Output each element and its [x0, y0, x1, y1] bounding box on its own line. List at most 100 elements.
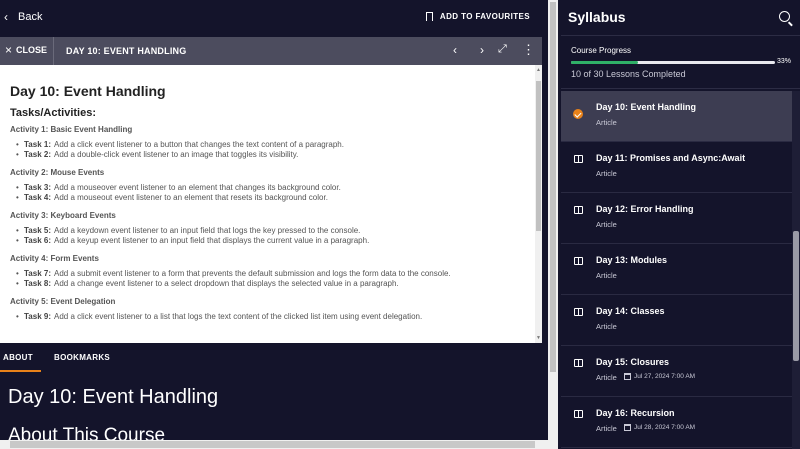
bottom-tabs: ABOUT BOOKMARKS	[0, 343, 542, 373]
progress-bar-fill	[571, 61, 639, 64]
task-label: Task 5:	[24, 226, 51, 235]
task-text: Add a mouseout event listener to an elem…	[53, 193, 328, 202]
lesson-type: Article	[596, 373, 617, 382]
activity-title: Activity 4: Form Events	[10, 254, 99, 263]
previous-lesson-icon[interactable]: ‹	[453, 43, 457, 57]
list-item: • Task 9: Add a click event listener to a …	[10, 312, 532, 322]
horizontal-scrollbar[interactable]	[0, 440, 548, 449]
task-label: Task 8:	[24, 279, 51, 288]
close-button[interactable]: × CLOSE	[5, 42, 48, 57]
calendar-icon	[624, 424, 631, 431]
tab-bookmarks[interactable]: BOOKMARKS	[54, 353, 110, 362]
task-list: • Task 7: Add a submit event listener to a…	[10, 269, 532, 289]
list-item: • Task 5: Add a keydown event listener to …	[10, 226, 532, 236]
bullet: •	[16, 183, 19, 192]
more-options-icon[interactable]: ⋮	[522, 42, 535, 58]
back-label: Back	[18, 11, 43, 23]
lesson-list: Day 10: Event Handling Article Day 11: Pro…	[561, 91, 800, 448]
sidebar-scrollbar-thumb[interactable]	[793, 231, 799, 361]
content-subheading: Tasks/Activities:	[10, 107, 97, 119]
lesson-type: Article	[596, 220, 617, 229]
task-label: Task 2:	[24, 150, 51, 159]
lesson-type: Article	[596, 424, 617, 433]
activity-title: Activity 3: Keyboard Events	[10, 211, 116, 220]
lesson-content: Day 10: Event Handling Tasks/Activities:…	[0, 65, 542, 343]
list-item: • Task 2: Add a double-click event listene…	[10, 150, 532, 160]
close-icon: ×	[5, 42, 13, 57]
book-icon	[574, 359, 583, 367]
task-label: Task 6:	[24, 236, 51, 245]
lesson-type: Article	[596, 118, 617, 127]
bullet: •	[16, 312, 19, 321]
favourites-label: ADD TO FAVOURITES	[439, 12, 530, 21]
list-item: • Task 3: Add a mouseover event listener t…	[10, 183, 532, 193]
lesson-title: Day 14: Classes	[596, 306, 665, 316]
book-icon	[574, 155, 583, 163]
search-icon[interactable]	[779, 11, 790, 22]
bullet: •	[16, 140, 19, 149]
bookmark-icon	[425, 12, 433, 24]
calendar-icon	[624, 373, 631, 380]
content-heading: Day 10: Event Handling	[10, 83, 166, 99]
task-text: Add a change event listener to a select …	[53, 279, 399, 288]
next-lesson-icon[interactable]: ›	[480, 43, 484, 57]
back-button[interactable]: ‹ Back	[4, 10, 42, 24]
bullet: •	[16, 193, 19, 202]
book-icon	[574, 257, 583, 265]
lesson-item[interactable]: Day 16: Recursion Article Jul 28, 2024 7:0…	[561, 397, 800, 448]
expand-icon[interactable]: ⤢	[498, 43, 507, 56]
page-scrollbar[interactable]	[548, 0, 558, 449]
bullet: •	[16, 236, 19, 245]
task-text: Add a keyup event listener to an input f…	[53, 236, 370, 245]
lesson-title: Day 12: Error Handling	[596, 204, 694, 214]
task-label: Task 1:	[24, 140, 51, 149]
bullet: •	[16, 150, 19, 159]
check-icon	[573, 109, 583, 119]
scroll-down-arrow-icon[interactable]: ▼	[535, 335, 542, 341]
activity-title: Activity 1: Basic Event Handling	[10, 125, 133, 134]
task-label: Task 7:	[24, 269, 51, 278]
close-label: CLOSE	[16, 45, 48, 55]
content-scrollbar[interactable]: ▲ ▼	[535, 65, 542, 343]
lesson-item[interactable]: Day 15: Closures Article Jul 27, 2024 7:00…	[561, 346, 800, 397]
lesson-type: Article	[596, 322, 617, 331]
lesson-item[interactable]: Day 13: Modules Article	[561, 244, 800, 295]
page-scrollbar-thumb[interactable]	[550, 2, 556, 372]
horizontal-scrollbar-thumb[interactable]	[10, 441, 535, 448]
lesson-item[interactable]: Day 11: Promises and Async:Await Article	[561, 142, 800, 193]
bullet: •	[16, 226, 19, 235]
task-label: Task 4:	[24, 193, 51, 202]
bullet: •	[16, 279, 19, 288]
task-text: Add a keydown event listener to an input…	[53, 226, 361, 235]
task-text: Add a double-click event listener to an …	[53, 150, 299, 159]
book-icon	[574, 308, 583, 316]
lesson-type: Article	[596, 169, 617, 178]
activity-title: Activity 5: Event Delegation	[10, 297, 116, 306]
task-text: Add a click event listener to a button t…	[53, 140, 344, 149]
active-tab-indicator	[0, 370, 41, 372]
lesson-item[interactable]: Day 14: Classes Article	[561, 295, 800, 346]
task-label: Task 3:	[24, 183, 51, 192]
activities-list: Activity 1: Basic Event Handling • Task 1:…	[10, 125, 532, 322]
divider	[561, 35, 800, 36]
lesson-title: Day 10: Event Handling	[596, 102, 697, 112]
activity-title: Activity 2: Mouse Events	[10, 168, 105, 177]
task-list: • Task 9: Add a click event listener to a …	[10, 312, 532, 322]
scroll-up-arrow-icon[interactable]: ▲	[535, 67, 542, 73]
add-to-favourites-button[interactable]: ADD TO FAVOURITES	[425, 12, 530, 24]
content-scrollbar-thumb[interactable]	[536, 81, 541, 231]
lesson-date-text: Jul 28, 2024 7:00 AM	[634, 424, 696, 431]
sidebar-title: Syllabus	[568, 9, 626, 25]
list-item: • Task 4: Add a mouseout event listener to…	[10, 193, 532, 203]
chevron-left-icon: ‹	[4, 10, 8, 24]
task-text: Add a submit event listener to a form th…	[53, 269, 451, 278]
tab-about[interactable]: ABOUT	[3, 353, 33, 362]
lesson-item[interactable]: Day 10: Event Handling Article	[561, 91, 800, 142]
sidebar-scrollbar[interactable]	[792, 91, 800, 449]
book-icon	[574, 410, 583, 418]
progress-percent: 33%	[777, 58, 792, 65]
progress-count: 10 of 30 Lessons Completed	[571, 69, 686, 79]
lesson-title: DAY 10: EVENT HANDLING	[66, 46, 187, 56]
lesson-title: Day 13: Modules	[596, 255, 668, 265]
lesson-item[interactable]: Day 12: Error Handling Article	[561, 193, 800, 244]
